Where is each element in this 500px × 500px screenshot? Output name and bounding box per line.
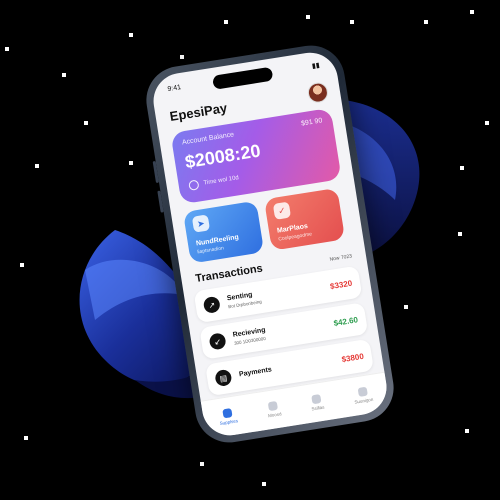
sparkle xyxy=(306,15,310,19)
avatar[interactable] xyxy=(306,81,330,105)
clock-icon xyxy=(188,179,200,191)
nav-label: Moosd xyxy=(267,411,282,419)
quick-action-send[interactable]: ➤ NundReeling liaptsnadion xyxy=(182,200,265,264)
sparkle xyxy=(200,462,204,466)
sparkle xyxy=(224,20,228,24)
sparkle xyxy=(20,263,24,267)
send-icon: ➤ xyxy=(191,214,211,233)
sparkle xyxy=(470,10,474,14)
nav-label: Supplses xyxy=(219,418,239,427)
wallet-icon xyxy=(268,400,279,412)
sparkle xyxy=(465,429,469,433)
app-title: EpesiPay xyxy=(168,99,229,124)
transaction-amount: $3800 xyxy=(340,351,365,364)
transactions-date[interactable]: Now 7023 xyxy=(329,253,352,262)
home-icon xyxy=(222,408,233,419)
transaction-name: Payments xyxy=(238,365,273,378)
nav-label: Suunigon xyxy=(354,396,374,405)
sparkle xyxy=(460,166,464,170)
sparkle xyxy=(262,482,266,486)
chart-icon xyxy=(311,393,322,405)
sparkle xyxy=(62,73,66,77)
transaction-amount: $42.60 xyxy=(332,314,359,328)
sparkle xyxy=(5,47,9,51)
receive-icon: ✓ xyxy=(272,201,292,220)
sparkle xyxy=(350,20,354,24)
sparkle xyxy=(424,20,428,24)
sparkle xyxy=(24,436,28,440)
nav-item-stats[interactable]: Ssillas xyxy=(309,393,325,412)
sparkle xyxy=(35,164,39,168)
balance-footnote: Time wol 10d xyxy=(203,175,240,187)
payments-icon: ▤ xyxy=(214,368,233,388)
quick-action-receive[interactable]: ✓ MarPlaos Coolpeagodme xyxy=(263,187,346,251)
nav-item-settings[interactable]: Suunigon xyxy=(352,386,374,405)
nav-label: Ssillas xyxy=(311,404,325,412)
balance-label: Account Balance xyxy=(181,131,235,147)
sparkle xyxy=(458,232,462,236)
nav-item-wallet[interactable]: Moosd xyxy=(266,400,282,418)
sparkle xyxy=(180,55,184,59)
sparkle xyxy=(485,121,489,125)
send-icon: ↗ xyxy=(202,295,221,315)
status-time: 9:41 xyxy=(166,83,182,93)
settings-icon xyxy=(357,386,368,398)
battery-icon: ▮▮ xyxy=(311,62,321,71)
transaction-amount: $3320 xyxy=(329,278,353,291)
sparkle xyxy=(129,33,133,37)
balance-badge: $91 90 xyxy=(300,117,323,128)
nav-item-home[interactable]: Supplses xyxy=(218,407,239,427)
receive-icon: ↙ xyxy=(208,332,227,351)
